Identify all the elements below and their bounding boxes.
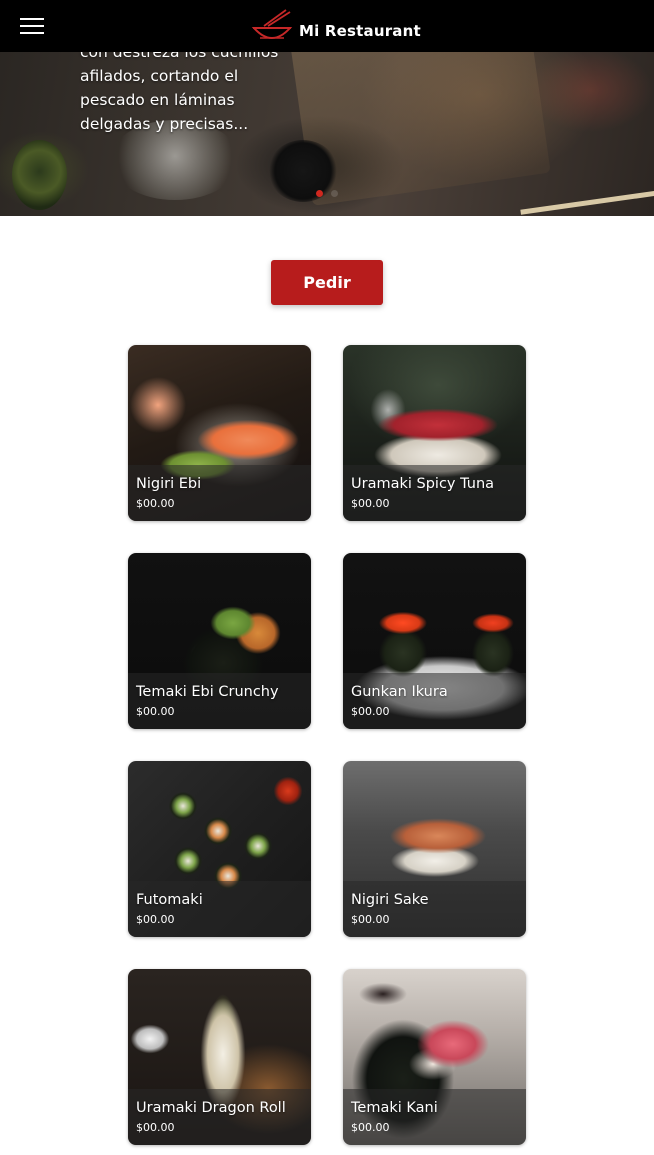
menu-item-name: Temaki Ebi Crunchy: [136, 684, 279, 700]
menu-card-nigiri-ebi[interactable]: Nigiri Ebi $00.00: [128, 345, 311, 521]
menu-item-price: $00.00: [136, 913, 175, 926]
menu-card-gunkan-ikura[interactable]: Gunkan Ikura $00.00: [343, 553, 526, 729]
menu-card-caption: Temaki Kani $00.00: [343, 1089, 526, 1145]
bowl-chopsticks-logo-icon: [251, 9, 293, 39]
menu-item-price: $00.00: [351, 497, 390, 510]
menu-card-temaki-kani[interactable]: Temaki Kani $00.00: [343, 969, 526, 1145]
hero-caption-line: delgadas y precisas...: [80, 115, 249, 133]
hero-caption-line: pescado en láminas: [80, 91, 235, 109]
menu-card-temaki-ebi-crunchy[interactable]: Temaki Ebi Crunchy $00.00: [128, 553, 311, 729]
menu-card-caption: Nigiri Ebi $00.00: [128, 465, 311, 521]
top-navbar: Mi Restaurant: [0, 0, 654, 52]
menu-card-caption: Uramaki Dragon Roll $00.00: [128, 1089, 311, 1145]
menu-card-caption: Futomaki $00.00: [128, 881, 311, 937]
menu-item-name: Nigiri Sake: [351, 892, 429, 908]
menu-card-caption: Gunkan Ikura $00.00: [343, 673, 526, 729]
hero-caption: con destreza los cuchillos afilados, cor…: [80, 40, 300, 136]
brand[interactable]: Mi Restaurant: [250, 8, 421, 44]
menu-card-nigiri-sake[interactable]: Nigiri Sake $00.00: [343, 761, 526, 937]
menu-card-caption: Nigiri Sake $00.00: [343, 881, 526, 937]
menu-item-name: Futomaki: [136, 892, 203, 908]
carousel-dot[interactable]: [331, 190, 338, 197]
menu-item-name: Uramaki Spicy Tuna: [351, 476, 495, 492]
carousel-indicators: [0, 190, 654, 202]
menu-item-name: Uramaki Dragon Roll: [136, 1100, 286, 1116]
hamburger-menu-icon[interactable]: [20, 18, 44, 35]
menu-card-futomaki[interactable]: Futomaki $00.00: [128, 761, 311, 937]
menu-item-price: $00.00: [351, 1121, 390, 1134]
menu-card-uramaki-dragon-roll[interactable]: Uramaki Dragon Roll $00.00: [128, 969, 311, 1145]
order-button[interactable]: Pedir: [271, 260, 383, 305]
carousel-dot-active[interactable]: [316, 190, 323, 197]
menu-item-price: $00.00: [136, 705, 175, 718]
menu-card-uramaki-spicy-tuna[interactable]: Uramaki Spicy Tuna $00.00: [343, 345, 526, 521]
menu-item-name: Temaki Kani: [351, 1100, 438, 1116]
menu-item-name: Gunkan Ikura: [351, 684, 448, 700]
menu-item-price: $00.00: [351, 913, 390, 926]
menu-card-caption: Temaki Ebi Crunchy $00.00: [128, 673, 311, 729]
menu-item-price: $00.00: [136, 1121, 175, 1134]
brand-name: Mi Restaurant: [299, 22, 421, 40]
hero-caption-line: afilados, cortando el: [80, 67, 239, 85]
menu-grid: Nigiri Ebi $00.00 Uramaki Spicy Tuna $00…: [128, 345, 526, 1145]
menu-card-caption: Uramaki Spicy Tuna $00.00: [343, 465, 526, 521]
menu-item-name: Nigiri Ebi: [136, 476, 202, 492]
menu-item-price: $00.00: [136, 497, 175, 510]
menu-item-price: $00.00: [351, 705, 390, 718]
